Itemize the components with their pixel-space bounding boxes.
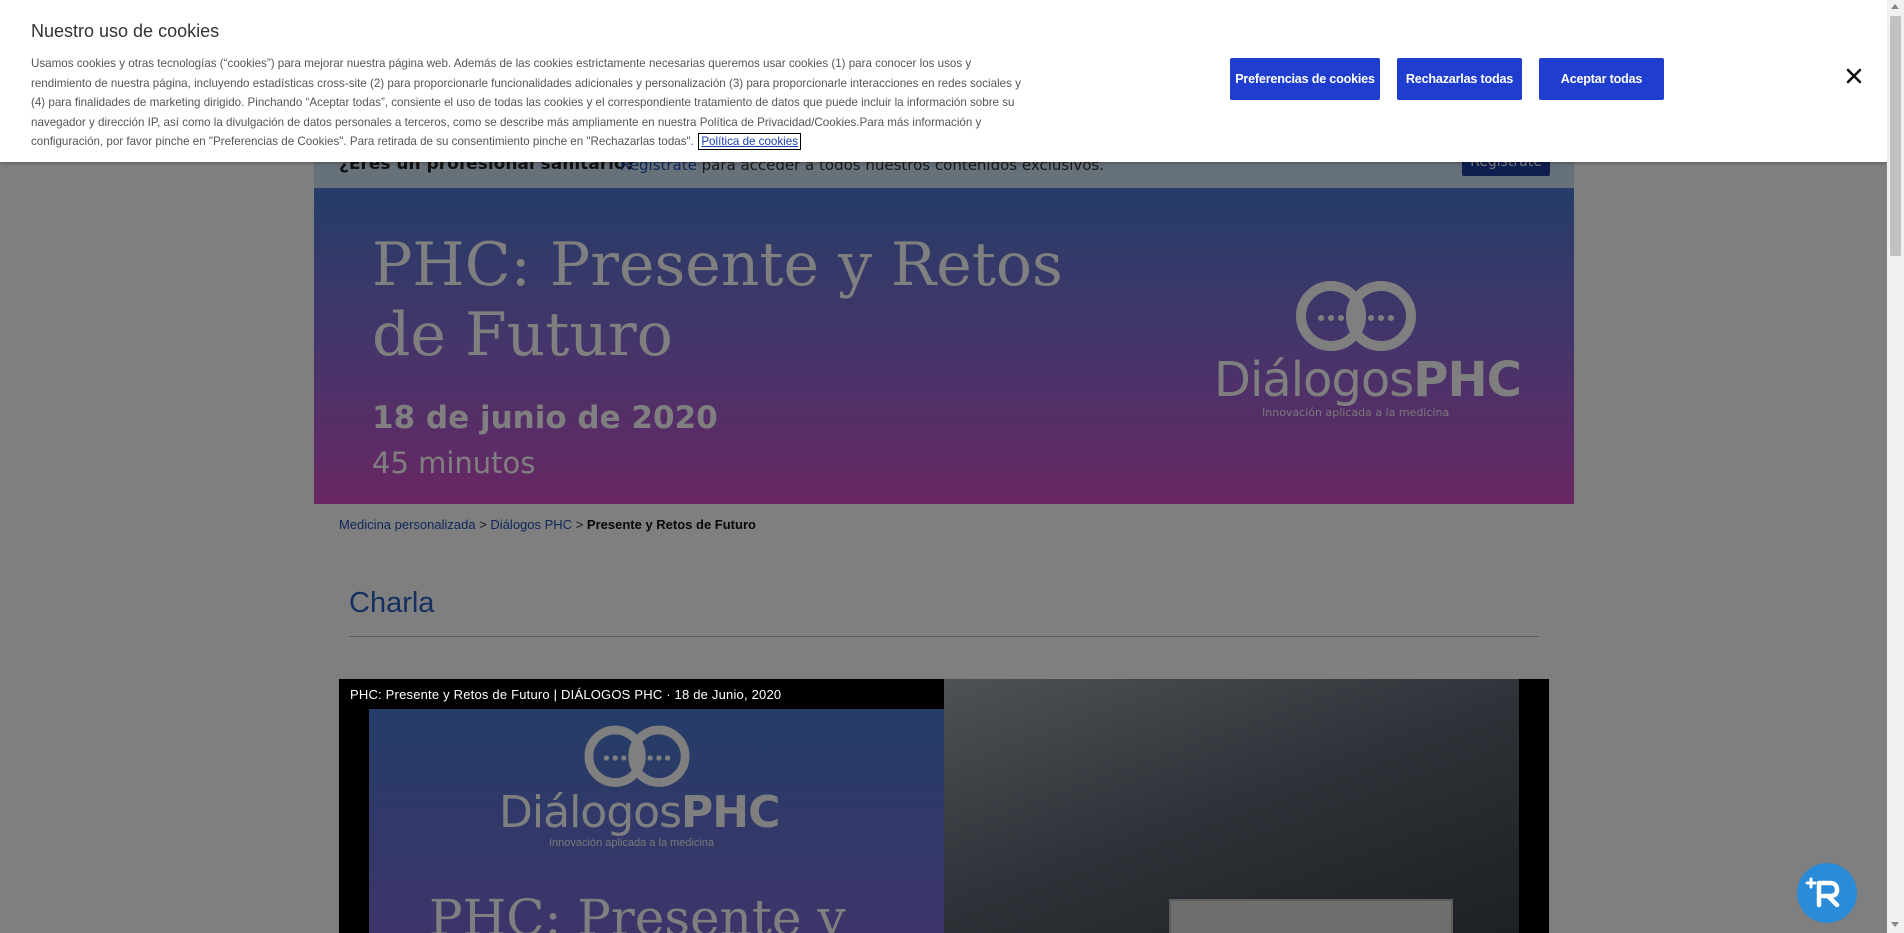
cookie-reject-all-button[interactable]: Rechazarlas todas [1397,58,1522,100]
cookie-title: Nuestro uso de cookies [31,21,220,41]
scrollbar-thumb[interactable] [1890,16,1901,256]
close-icon[interactable] [1844,66,1864,86]
scroll-down-arrow-icon[interactable] [1891,922,1899,927]
scrollbar[interactable] [1887,0,1904,933]
assistant-r-icon [1805,877,1840,908]
cookie-banner: Nuestro uso de cookies Usamos cookies y … [0,0,1887,162]
chat-assistant-button[interactable] [1797,863,1857,923]
cookie-policy-link[interactable]: Política de cookies [698,133,801,151]
cookie-accept-all-button[interactable]: Aceptar todas [1539,58,1664,100]
video-title[interactable]: PHC: Presente y Retos de Futuro | DIÁLOG… [350,687,781,702]
cookie-body-text: Usamos cookies y otras tecnologías (“coo… [31,57,1021,149]
cookie-preferences-button[interactable]: Preferencias de cookies [1230,58,1380,100]
scroll-up-arrow-icon[interactable] [1891,4,1899,9]
cookie-body: Usamos cookies y otras tecnologías (“coo… [31,54,1021,152]
